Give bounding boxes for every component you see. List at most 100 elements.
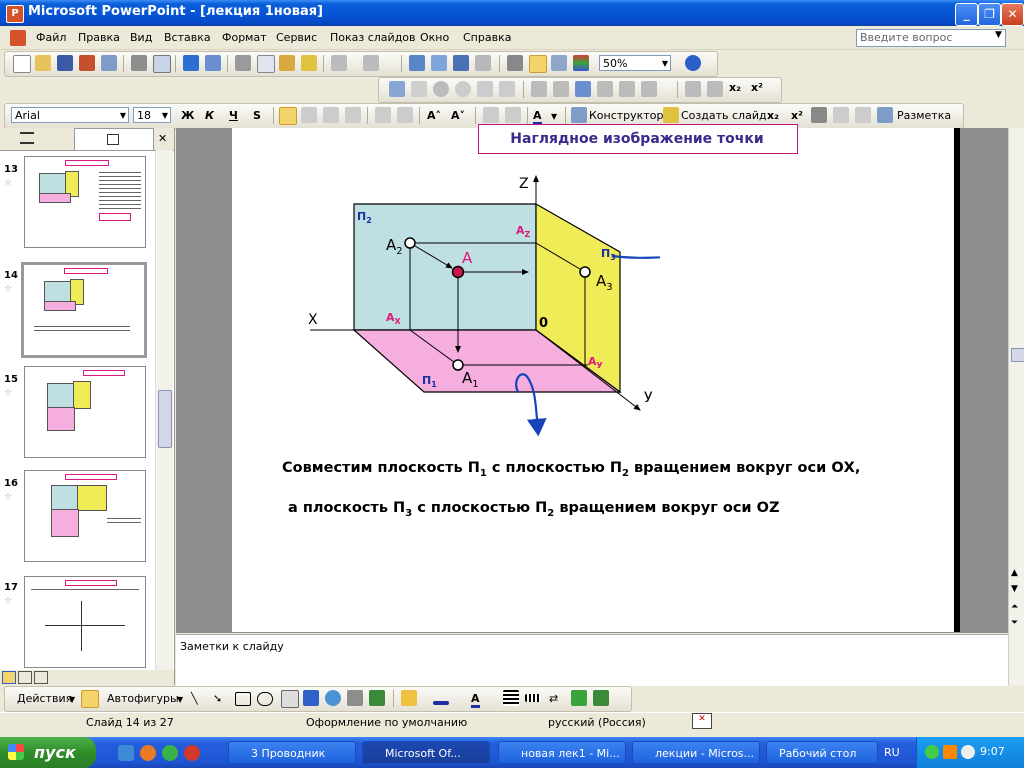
show-formatting-icon[interactable] — [529, 55, 547, 73]
dash-style-icon[interactable] — [525, 694, 541, 702]
wordart-icon[interactable] — [303, 690, 319, 706]
fill-color-icon[interactable] — [401, 690, 417, 706]
expand-all-icon[interactable] — [507, 55, 523, 71]
close-button[interactable]: ✕ — [1001, 3, 1024, 26]
bullets-icon[interactable] — [397, 107, 413, 123]
justify-icon[interactable] — [345, 107, 361, 123]
slide-thumbnail-15[interactable] — [24, 366, 146, 458]
grid-icon[interactable] — [551, 55, 567, 71]
show-desktop-icon[interactable] — [118, 745, 134, 761]
line-tool-icon[interactable]: ╲ — [191, 692, 198, 705]
subscript-icon[interactable]: x₂ — [767, 109, 779, 122]
format-painter-icon[interactable] — [301, 55, 317, 71]
decrease-indent-icon[interactable] — [483, 107, 499, 123]
slide-caption-2[interactable]: а плоскость П3 с плоскостью П2 вращением… — [288, 500, 779, 519]
clipart-icon[interactable] — [347, 690, 363, 706]
subscript-icon[interactable]: x₂ — [729, 81, 745, 97]
picture-icon[interactable] — [369, 690, 385, 706]
menu-view[interactable]: Вид — [130, 31, 152, 44]
task-word-lectures[interactable]: лекции - Micros... — [632, 741, 760, 764]
shadow-button[interactable]: S — [253, 109, 261, 122]
cut-icon[interactable] — [235, 55, 251, 71]
underline-button[interactable]: Ч — [229, 109, 238, 122]
chevron-down-icon[interactable]: ▼ — [995, 30, 1002, 40]
slide-scrollbar[interactable]: ▲ ▼ ⏶ ⏷ — [1008, 128, 1024, 685]
menu-tools[interactable]: Сервис — [276, 31, 317, 44]
save-icon[interactable] — [57, 55, 73, 71]
new-document-icon[interactable] — [13, 55, 31, 73]
increase-font-icon[interactable]: A˄ — [427, 109, 441, 122]
menu-insert[interactable]: Вставка — [164, 31, 211, 44]
projection-diagram[interactable] — [300, 170, 660, 445]
language-indicator[interactable]: RU — [884, 746, 900, 759]
scroll-thumb[interactable] — [1011, 348, 1024, 362]
insert-table-icon[interactable] — [431, 55, 447, 71]
textbox-tool-icon[interactable] — [281, 690, 299, 708]
chevron-down-icon[interactable]: ▼ — [69, 695, 75, 704]
research-icon[interactable] — [205, 55, 221, 71]
slide-caption-1[interactable]: Совместим плоскость П1 с плоскостью П2 в… — [282, 460, 860, 479]
help-search-input[interactable]: Введите вопрос — [856, 29, 1006, 47]
menu-edit[interactable]: Правка — [78, 31, 120, 44]
numbering-icon[interactable] — [375, 107, 391, 123]
scissors-icon[interactable] — [685, 81, 701, 97]
expand-icon[interactable] — [811, 107, 827, 123]
select-pointer-icon[interactable] — [81, 690, 99, 708]
task-powerpoint[interactable]: Microsoft Of... — [362, 741, 490, 764]
menu-format[interactable]: Формат — [222, 31, 267, 44]
help-icon[interactable] — [685, 55, 701, 71]
arrow-style-icon[interactable]: ⇄ — [549, 692, 558, 705]
volume-icon[interactable] — [961, 745, 975, 759]
decrease-font-icon[interactable]: A˅ — [451, 109, 465, 122]
line-color-icon[interactable] — [433, 701, 449, 705]
reset-picture-icon[interactable] — [641, 81, 657, 97]
rectangle-tool-icon[interactable] — [235, 692, 251, 706]
font-select[interactable]: Arial ▼ — [11, 107, 129, 123]
permission-icon[interactable] — [79, 55, 95, 71]
insert-chart-icon[interactable] — [409, 55, 425, 71]
slide-sorter-icon[interactable] — [18, 671, 32, 684]
close-pane-icon[interactable]: ✕ — [158, 132, 167, 145]
brightness-icon[interactable] — [455, 81, 471, 97]
opera-icon[interactable] — [184, 745, 200, 761]
actions-menu[interactable]: Действия — [17, 692, 72, 705]
undo-icon[interactable] — [331, 55, 347, 71]
color-icon[interactable] — [411, 81, 427, 97]
align-right-icon[interactable] — [323, 107, 339, 123]
compress-icon[interactable] — [553, 81, 569, 97]
scroll-down-icon[interactable]: ▼ — [1011, 584, 1018, 594]
print-preview-icon[interactable] — [153, 55, 171, 73]
italic-button[interactable]: К — [205, 109, 214, 122]
oval-tool-icon[interactable] — [257, 692, 273, 706]
powerpoint-app-icon[interactable]: P — [6, 5, 24, 23]
task-explorer[interactable]: 3 Проводник — [228, 741, 356, 764]
animation-icon[interactable] — [833, 107, 849, 123]
contrast-icon[interactable] — [433, 81, 449, 97]
quicklaunch-icon[interactable] — [140, 745, 156, 761]
shadow-style-icon[interactable] — [571, 690, 587, 706]
recolor-icon[interactable] — [575, 81, 591, 97]
slides-scrollbar[interactable] — [155, 150, 173, 670]
increase-indent-icon[interactable] — [505, 107, 521, 123]
media-player-icon[interactable] — [162, 745, 178, 761]
autoshapes-menu[interactable]: Автофигуры — [107, 692, 179, 705]
chevron-down-icon[interactable]: ▼ — [177, 695, 183, 704]
line-style-icon[interactable] — [531, 81, 547, 97]
3d-style-icon[interactable] — [593, 690, 609, 706]
scroll-up-icon[interactable]: ▲ — [1011, 568, 1018, 578]
zoom-select[interactable]: 50% ▼ — [599, 55, 671, 71]
bold-button[interactable]: Ж — [181, 109, 194, 122]
normal-view-icon[interactable] — [2, 671, 16, 684]
paste-link-icon[interactable] — [707, 81, 723, 97]
diagram-icon[interactable] — [325, 690, 341, 706]
slides-tab[interactable] — [74, 128, 154, 150]
font-size-select[interactable]: 18 ▼ — [133, 107, 171, 123]
format-picture-icon[interactable] — [597, 81, 613, 97]
redo-icon[interactable] — [363, 55, 379, 71]
menu-file[interactable]: Файл — [36, 31, 66, 44]
slide-thumbnail-14[interactable] — [21, 262, 147, 358]
document-icon[interactable] — [10, 30, 26, 46]
hyperlink-icon[interactable] — [475, 55, 491, 71]
menu-help[interactable]: Справка — [463, 31, 511, 44]
superscript-icon[interactable]: x² — [791, 109, 803, 122]
